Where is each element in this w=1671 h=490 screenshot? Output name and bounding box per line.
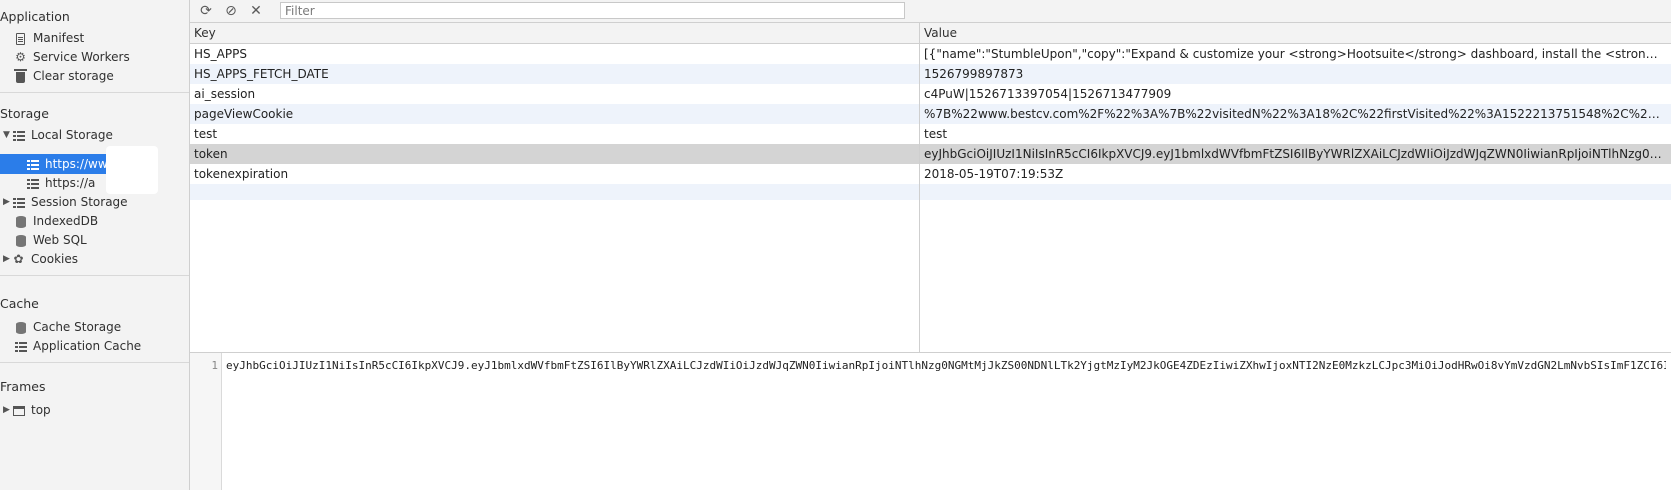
database-icon bbox=[14, 321, 27, 334]
refresh-icon[interactable]: ⟳ bbox=[197, 2, 215, 20]
grid-icon bbox=[26, 177, 39, 190]
value-cell[interactable]: 1526799897873 bbox=[924, 64, 1664, 84]
grid-icon bbox=[14, 340, 27, 353]
divider bbox=[0, 275, 189, 276]
value-cell[interactable]: test bbox=[924, 124, 1664, 144]
key-cell[interactable]: pageViewCookie bbox=[194, 104, 914, 124]
table-row[interactable]: pageViewCookie %7B%22www.bestcv.com%2F%22… bbox=[190, 104, 1671, 124]
sidebar-item-clear-storage[interactable]: Clear storage bbox=[14, 67, 114, 86]
sidebar-item-session-storage[interactable]: ▶ Session Storage bbox=[3, 193, 128, 212]
triangle-right-icon[interactable]: ▶ bbox=[3, 401, 11, 420]
key-cell[interactable]: tokenexpiration bbox=[194, 164, 914, 184]
sidebar-item-application-cache[interactable]: Application Cache bbox=[14, 337, 141, 356]
trash-icon bbox=[14, 69, 27, 83]
sidebar-item-manifest[interactable]: Manifest bbox=[14, 29, 84, 48]
table-row[interactable]: ai_session c4PuW|1526713397054|1526713477… bbox=[190, 84, 1671, 104]
document-icon bbox=[14, 32, 27, 45]
redaction-mask bbox=[106, 146, 158, 194]
table-row[interactable]: tokenexpiration 2018-05-19T07:19:53Z bbox=[190, 164, 1671, 184]
value-cell[interactable]: 2018-05-19T07:19:53Z bbox=[924, 164, 1664, 184]
divider bbox=[0, 92, 189, 93]
section-title-cache: Cache bbox=[0, 296, 39, 311]
sidebar-item-cache-storage[interactable]: Cache Storage bbox=[14, 318, 121, 337]
divider bbox=[0, 362, 189, 363]
section-title-application: Application bbox=[0, 9, 70, 24]
empty-row bbox=[190, 184, 1671, 200]
value-cell[interactable]: %7B%22www.bestcv.com%2F%22%3A%7B%22visit… bbox=[924, 104, 1664, 124]
key-cell[interactable]: token bbox=[194, 144, 914, 164]
line-number: 1 bbox=[211, 359, 218, 372]
frame-icon bbox=[12, 404, 25, 417]
sidebar-item-indexeddb[interactable]: IndexedDB bbox=[14, 212, 98, 231]
table-header: Key Value bbox=[190, 23, 1671, 44]
table-row[interactable]: HS_APPS [{"name":"StumbleUpon","copy":"Ex… bbox=[190, 44, 1671, 64]
section-title-frames: Frames bbox=[0, 379, 46, 394]
column-divider[interactable] bbox=[919, 23, 920, 352]
key-cell[interactable]: ai_session bbox=[194, 84, 914, 104]
database-icon bbox=[14, 234, 27, 247]
grid-icon bbox=[12, 196, 25, 209]
sidebar-item-websql[interactable]: Web SQL bbox=[14, 231, 87, 250]
sidebar-item-frame-top[interactable]: ▶ top bbox=[3, 401, 51, 420]
grid-icon bbox=[26, 158, 39, 171]
cookie-icon: ✿ bbox=[13, 252, 24, 266]
value-cell[interactable]: c4PuW|1526713397054|1526713477909 bbox=[924, 84, 1664, 104]
table-row[interactable]: HS_APPS_FETCH_DATE 1526799897873 bbox=[190, 64, 1671, 84]
gear-icon: ⚙ bbox=[15, 50, 26, 64]
key-value-table: Key Value HS_APPS [{"name":"StumbleUpon",… bbox=[190, 23, 1671, 352]
storage-panel: ⟳ ⊘ ✕ Key Value HS_APPS [{"name":"Stumble… bbox=[190, 0, 1671, 490]
filter-input[interactable] bbox=[280, 2, 905, 19]
grid-icon bbox=[12, 129, 25, 142]
line-gutter: 1 bbox=[190, 353, 222, 490]
value-cell[interactable]: [{"name":"StumbleUpon","copy":"Expand & … bbox=[924, 44, 1664, 64]
column-header-key[interactable]: Key bbox=[194, 23, 216, 44]
table-row[interactable]: test test bbox=[190, 124, 1671, 144]
column-header-value[interactable]: Value bbox=[924, 23, 957, 44]
preview-text[interactable]: eyJhbGciOiJIUzI1NiIsInR5cCI6IkpXVCJ9.eyJ… bbox=[226, 359, 1666, 372]
triangle-right-icon[interactable]: ▶ bbox=[3, 250, 11, 269]
clear-all-icon[interactable]: ⊘ bbox=[222, 2, 240, 20]
key-cell[interactable]: HS_APPS_FETCH_DATE bbox=[194, 64, 914, 84]
value-cell[interactable]: eyJhbGciOiJIUzI1NiIsInR5cCI6IkpXVCJ9.eyJ… bbox=[924, 144, 1664, 164]
value-preview-pane: 1 eyJhbGciOiJIUzI1NiIsInR5cCI6IkpXVCJ9.e… bbox=[190, 352, 1671, 490]
key-cell[interactable]: HS_APPS bbox=[194, 44, 914, 64]
sidebar-item-cookies[interactable]: ▶ ✿ Cookies bbox=[3, 250, 78, 269]
key-cell[interactable]: test bbox=[194, 124, 914, 144]
triangle-right-icon[interactable]: ▶ bbox=[3, 193, 11, 212]
sidebar-item-local-origin-1[interactable]: https://www bbox=[26, 155, 117, 174]
triangle-down-icon[interactable]: ▼ bbox=[3, 126, 11, 145]
close-icon[interactable]: ✕ bbox=[247, 2, 265, 20]
sidebar-item-local-origin-2[interactable]: https://a bbox=[26, 174, 95, 193]
section-title-storage: Storage bbox=[0, 106, 49, 121]
sidebar-item-local-storage[interactable]: ▼ Local Storage bbox=[3, 126, 113, 145]
toolbar: ⟳ ⊘ ✕ bbox=[190, 0, 1671, 23]
sidebar-item-service-workers[interactable]: ⚙ Service Workers bbox=[14, 48, 130, 67]
sidebar: Application Manifest ⚙ Service Workers C… bbox=[0, 0, 190, 490]
table-row[interactable]: token eyJhbGciOiJIUzI1NiIsInR5cCI6IkpXVCJ… bbox=[190, 144, 1671, 164]
database-icon bbox=[14, 215, 27, 228]
